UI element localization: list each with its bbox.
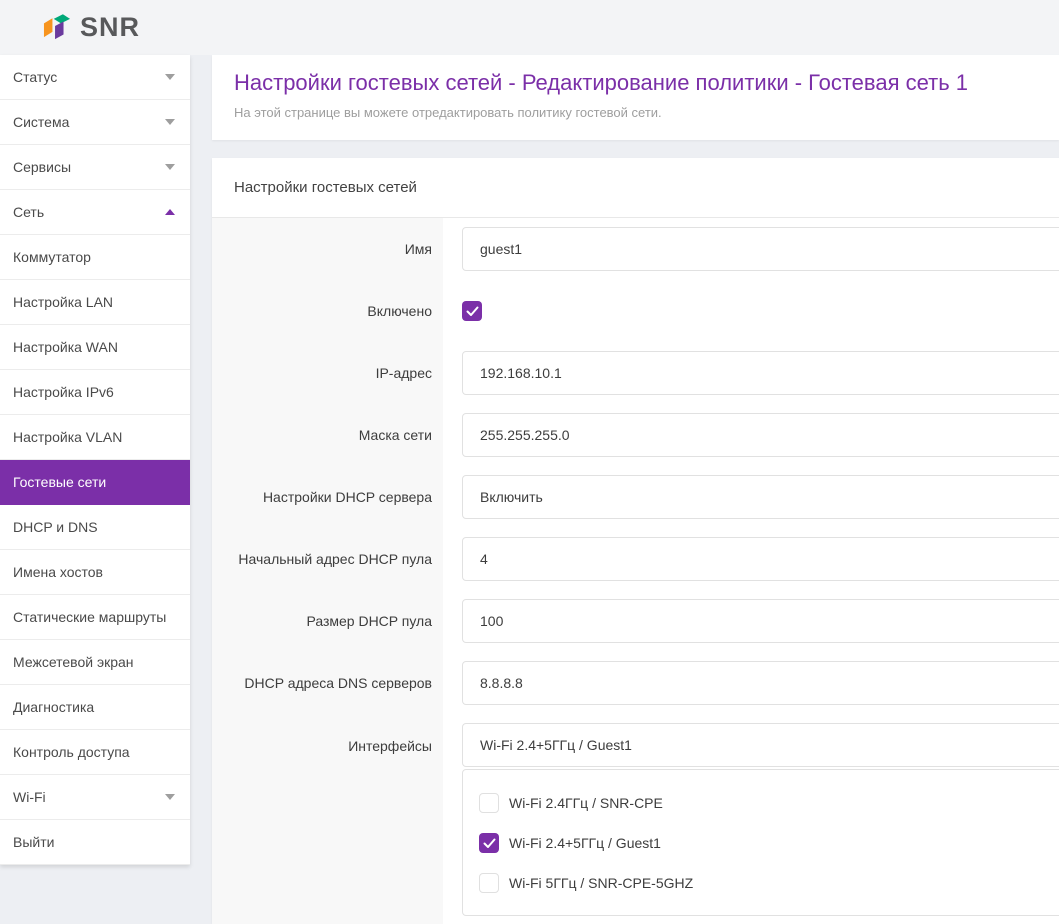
top-header-bar: SNR xyxy=(0,0,1059,55)
sidebar-item-label: Настройка IPv6 xyxy=(13,384,114,400)
form-card-title: Настройки гостевых сетей xyxy=(212,158,1059,218)
chevron-down-icon xyxy=(165,794,175,800)
field-label-netmask: Маска сети xyxy=(212,404,443,466)
sidebar-item-access-control[interactable]: Контроль доступа xyxy=(0,730,190,775)
option-label: Wi-Fi 2.4ГГц / SNR-CPE xyxy=(509,795,663,811)
field-value-cell: 4 xyxy=(443,528,1059,590)
page-header-card: Настройки гостевых сетей - Редактировани… xyxy=(212,55,1059,140)
netmask-input[interactable]: 255.255.255.0 xyxy=(462,413,1059,457)
field-label-ip-address: IP-адрес xyxy=(212,342,443,404)
page-title: Настройки гостевых сетей - Редактировани… xyxy=(234,70,1037,96)
field-label-dhcp-pool-size: Размер DHCP пула xyxy=(212,590,443,652)
field-label-dhcp-pool-start: Начальный адрес DHCP пула xyxy=(212,528,443,590)
field-value-cell: 8.8.8.8 xyxy=(443,652,1059,714)
interfaces-option-checkbox-2[interactable] xyxy=(479,873,499,893)
sidebar-item-wifi[interactable]: Wi-Fi xyxy=(0,775,190,820)
form-row-netmask: Маска сети 255.255.255.0 xyxy=(212,404,1059,466)
form-row-name: Имя guest1 xyxy=(212,218,1059,280)
dhcp-dns-input[interactable]: 8.8.8.8 xyxy=(462,661,1059,705)
form-row-ip-address: IP-адрес 192.168.10.1 xyxy=(212,342,1059,404)
field-value-cell: Wi-Fi 2.4+5ГГц / Guest1Wi-Fi 2.4ГГц / SN… xyxy=(443,714,1059,924)
sidebar-item-guest-networks[interactable]: Гостевые сети xyxy=(0,460,190,505)
name-input[interactable]: guest1 xyxy=(462,227,1059,271)
sidebar-item-label: Диагностика xyxy=(13,699,94,715)
sidebar-item-label: Выйти xyxy=(13,834,54,850)
field-value-cell xyxy=(443,280,482,342)
page-subtitle: На этой странице вы можете отредактирова… xyxy=(234,105,1037,120)
form-row-dhcp-pool-start: Начальный адрес DHCP пула 4 xyxy=(212,528,1059,590)
sidebar-item-label: Межсетевой экран xyxy=(13,654,134,670)
chevron-down-icon xyxy=(165,74,175,80)
option-label: Wi-Fi 5ГГц / SNR-CPE-5GHZ xyxy=(509,875,693,891)
enabled-checkbox[interactable] xyxy=(462,301,482,321)
ip-address-input[interactable]: 192.168.10.1 xyxy=(462,351,1059,395)
sidebar-item-label: Wi-Fi xyxy=(13,789,46,805)
sidebar-item-label: Контроль доступа xyxy=(13,744,130,760)
chevron-down-icon xyxy=(165,164,175,170)
snr-logo: SNR xyxy=(42,12,140,43)
form-row-dhcp-server: Настройки DHCP сервера Включить xyxy=(212,466,1059,528)
sidebar-item-label: Имена хостов xyxy=(13,564,103,580)
field-value-cell: 100 xyxy=(443,590,1059,652)
sidebar-item-status[interactable]: Статус xyxy=(0,55,190,100)
sidebar-item-static-routes[interactable]: Статические маршруты xyxy=(0,595,190,640)
sidebar-item-hostnames[interactable]: Имена хостов xyxy=(0,550,190,595)
interfaces-option-checkbox-0[interactable] xyxy=(479,793,499,813)
sidebar-item-logout[interactable]: Выйти xyxy=(0,820,190,865)
form-row-dhcp-dns: DHCP адреса DNS серверов 8.8.8.8 xyxy=(212,652,1059,714)
field-value-cell: Включить xyxy=(443,466,1059,528)
sidebar-item-vlan-settings[interactable]: Настройка VLAN xyxy=(0,415,190,460)
field-value-cell: guest1 xyxy=(443,218,1059,280)
sidebar-item-label: Система xyxy=(13,114,69,130)
dhcp-pool-size-input[interactable]: 100 xyxy=(462,599,1059,643)
sidebar-item-dhcp-dns[interactable]: DHCP и DNS xyxy=(0,505,190,550)
guest-network-form-card: Настройки гостевых сетей Имя guest1 Включе… xyxy=(212,158,1059,924)
interfaces-option-1[interactable]: Wi-Fi 2.4+5ГГц / Guest1 xyxy=(479,833,1059,853)
sidebar-item-switch[interactable]: Коммутатор xyxy=(0,235,190,280)
field-label-dhcp-dns: DHCP адреса DNS серверов xyxy=(212,652,443,714)
chevron-up-icon xyxy=(165,209,175,215)
sidebar-item-label: Настройка LAN xyxy=(13,294,113,310)
dhcp-server-input[interactable]: Включить xyxy=(462,475,1059,519)
sidebar-item-firewall[interactable]: Межсетевой экран xyxy=(0,640,190,685)
sidebar: Статус Система Сервисы Сеть Коммутатор Настро… xyxy=(0,55,190,865)
form-row-enabled: Включено xyxy=(212,280,1059,342)
interfaces-options-panel: Wi-Fi 2.4ГГц / SNR-CPE Wi-Fi 2.4+5ГГц / G… xyxy=(462,769,1059,916)
form-row-interfaces: ИнтерфейсыWi-Fi 2.4+5ГГц / Guest1Wi-Fi 2… xyxy=(212,714,1059,924)
chevron-down-icon xyxy=(165,119,175,125)
interfaces-option-0[interactable]: Wi-Fi 2.4ГГц / SNR-CPE xyxy=(479,793,1059,813)
field-label-interfaces: Интерфейсы xyxy=(212,714,443,924)
sidebar-item-label: Коммутатор xyxy=(13,249,91,265)
sidebar-item-system[interactable]: Система xyxy=(0,100,190,145)
sidebar-item-lan-settings[interactable]: Настройка LAN xyxy=(0,280,190,325)
snr-logo-cube-icon xyxy=(42,13,72,43)
interfaces-option-2[interactable]: Wi-Fi 5ГГц / SNR-CPE-5GHZ xyxy=(479,873,1059,893)
sidebar-item-label: Статус xyxy=(13,69,57,85)
sidebar-item-label: Настройка VLAN xyxy=(13,429,122,445)
field-label-name: Имя xyxy=(212,218,443,280)
sidebar-item-label: Сервисы xyxy=(13,159,71,175)
sidebar-item-label: Настройка WAN xyxy=(13,339,118,355)
sidebar-item-ipv6-settings[interactable]: Настройка IPv6 xyxy=(0,370,190,415)
dhcp-pool-start-input[interactable]: 4 xyxy=(462,537,1059,581)
form-row-dhcp-pool-size: Размер DHCP пула 100 xyxy=(212,590,1059,652)
field-label-enabled: Включено xyxy=(212,280,443,342)
interfaces-option-checkbox-1[interactable] xyxy=(479,833,499,853)
field-label-dhcp-server: Настройки DHCP сервера xyxy=(212,466,443,528)
field-value-cell: 255.255.255.0 xyxy=(443,404,1059,466)
main-content: Настройки гостевых сетей - Редактировани… xyxy=(212,55,1059,924)
sidebar-item-wan-settings[interactable]: Настройка WAN xyxy=(0,325,190,370)
sidebar-item-label: Сеть xyxy=(13,204,44,220)
snr-logo-text: SNR xyxy=(80,12,140,43)
sidebar-item-diagnostics[interactable]: Диагностика xyxy=(0,685,190,730)
option-label: Wi-Fi 2.4+5ГГц / Guest1 xyxy=(509,835,661,851)
sidebar-item-label: Гостевые сети xyxy=(13,474,106,490)
interfaces-selected-display[interactable]: Wi-Fi 2.4+5ГГц / Guest1 xyxy=(462,723,1059,767)
sidebar-item-label: Статические маршруты xyxy=(13,609,166,625)
form-rows: Имя guest1 ВключеноIP-адрес 192.168.10.1 Мас… xyxy=(212,218,1059,924)
sidebar-item-label: DHCP и DNS xyxy=(13,519,98,535)
sidebar-item-network[interactable]: Сеть xyxy=(0,190,190,235)
field-value-cell: 192.168.10.1 xyxy=(443,342,1059,404)
sidebar-item-services[interactable]: Сервисы xyxy=(0,145,190,190)
